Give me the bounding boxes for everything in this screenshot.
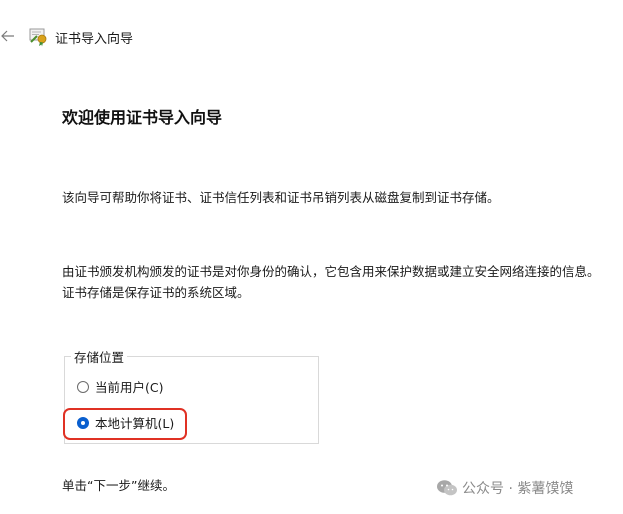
page-heading: 欢迎使用证书导入向导 xyxy=(62,108,223,127)
local-machine-radio[interactable] xyxy=(77,416,89,429)
store-location-legend: 存储位置 xyxy=(71,347,128,366)
certificate-icon xyxy=(29,28,47,47)
intro-paragraph: 该向导可帮助你将证书、证书信任列表和证书吊销列表从磁盘复制到证书存储。 xyxy=(62,190,500,205)
watermark-text: 公众号 · 紫薯馍馍 xyxy=(462,481,574,497)
back-button[interactable] xyxy=(0,28,16,44)
local-machine-option[interactable]: 本地计算机(L) xyxy=(77,413,174,432)
current-user-radio[interactable] xyxy=(77,380,89,393)
wizard-title: 证书导入向导 xyxy=(55,32,134,47)
arrow-left-icon xyxy=(1,30,14,42)
description-paragraph: 由证书颁发机构颁发的证书是对你身份的确认，它包含用来保护数据或建立安全网络连接的… xyxy=(62,264,600,300)
continue-instruction: 单击“下一步”继续。 xyxy=(62,478,175,493)
wechat-logo-icon xyxy=(437,480,457,496)
certificate-import-wizard: 证书导入向导 欢迎使用证书导入向导 该向导可帮助你将证书、证书信任列表和证书吊销… xyxy=(0,0,623,514)
current-user-label: 当前用户(C) xyxy=(95,380,164,395)
wizard-titlebar: 证书导入向导 xyxy=(0,24,623,50)
store-location-group: 存储位置 当前用户(C) 本地计算机(L) xyxy=(64,347,319,444)
local-machine-label: 本地计算机(L) xyxy=(95,416,175,431)
current-user-option[interactable]: 当前用户(C) xyxy=(77,377,163,396)
watermark: 公众号 · 紫薯馍馍 xyxy=(436,478,573,498)
